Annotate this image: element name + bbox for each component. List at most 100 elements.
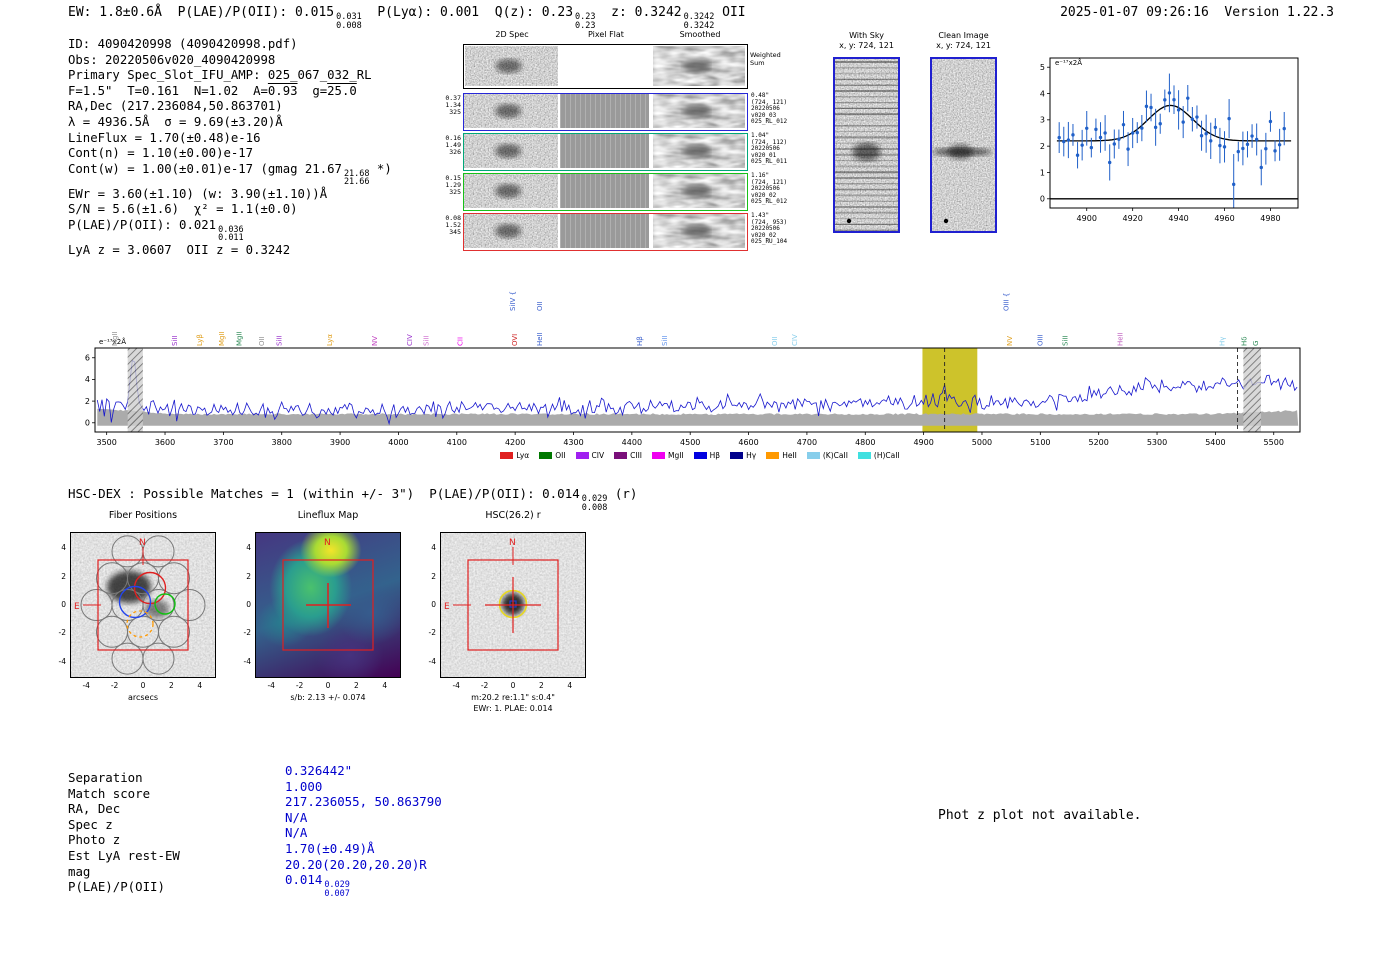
legend-item: Hβ	[693, 451, 720, 460]
axis-tick-label: 2	[539, 681, 544, 690]
tick-label: 0	[1040, 195, 1045, 204]
hsc-dex-line: HSC-DEX : Possible Matches = 1 (within +…	[68, 486, 637, 512]
text-segment: Cont(n) = 1.10(±0.00)e-17	[68, 146, 254, 161]
spectral-line-label: CII	[456, 337, 464, 346]
tick-label: 4900	[1077, 214, 1097, 223]
spectral-line-label: OIII {	[1003, 293, 1011, 311]
text-segment: RA,Dec (217.236084,50.863701)	[68, 99, 283, 114]
text-segment: HSC-DEX : Possible Matches = 1 (within +…	[68, 486, 580, 501]
info-line: Cont(n) = 1.10(±0.00)e-17	[68, 146, 392, 162]
axis-tick-label: 0	[431, 600, 436, 609]
match-table-value: 0.326442"	[285, 763, 353, 778]
sup-sub-stack: 21.68 21.66	[344, 170, 370, 187]
tick-label: N	[509, 538, 516, 548]
legend-color-swatch	[806, 452, 820, 459]
fiber-positions-panel: NE	[70, 532, 216, 678]
tick-label: 4940	[1168, 214, 1188, 223]
legend-color-swatch	[575, 452, 589, 459]
tick-label: e⁻¹⁷x2Å	[1055, 58, 1082, 67]
axis-tick-label: -4	[243, 656, 251, 666]
legend-color-swatch	[693, 452, 707, 459]
phot-z-note: Phot z plot not available.	[938, 808, 1142, 823]
legend-label: (K)CaII	[822, 451, 848, 460]
spec2d-row	[463, 173, 748, 211]
weight-value: 325	[449, 188, 461, 196]
match-table-value: N/A	[285, 809, 308, 825]
tick-label: 6	[85, 354, 90, 363]
sup-sub-stack: 0.3242 0.3242	[684, 13, 715, 30]
tick-label: 4980	[1260, 214, 1280, 223]
axis-tick-label: 4	[197, 681, 203, 690]
with-sky-panel	[833, 57, 900, 233]
match-table-label: Spec z	[68, 816, 113, 832]
match-table: Separation 0.326442" Match score 1.000 RA, D…	[68, 763, 442, 905]
match-table-value: 0.014 0.029 0.007	[285, 872, 442, 898]
spec2d-row-weights: 0.08 1.52 345	[445, 215, 461, 236]
legend-color-swatch	[766, 452, 780, 459]
spec2d-row-weights: 0.16 1.49 326	[445, 135, 461, 156]
spec2d-row-weights: 0.15 1.29 325	[445, 175, 461, 196]
text-segment: F=1.5" T=0.161 N=1.02 A=	[68, 83, 268, 98]
spec2d-header-pixelflat: Pixel Flat	[588, 30, 624, 39]
spectral-line-label: Lyα	[326, 334, 334, 346]
spec2d-row	[463, 93, 748, 131]
spectral-line-label: CIV	[791, 334, 799, 346]
spectral-line-label: NV	[371, 336, 379, 346]
clean-image-coords: x, y: 724, 121	[936, 41, 991, 50]
spectral-line-label: MgII	[218, 331, 226, 346]
spectral-line-label: SiII	[1061, 335, 1069, 346]
text-segment: 25.0	[327, 83, 357, 98]
spectral-line-label: Hβ	[636, 336, 644, 346]
axis-tick-label: 4	[431, 543, 436, 553]
match-table-value: 217.236055, 50.863790	[285, 794, 442, 810]
legend-color-swatch	[614, 452, 628, 459]
sup-sub-stack: 0.23 0.23	[575, 13, 595, 30]
axis-tick-label: -4	[58, 656, 66, 666]
legend-item: Lyα	[500, 451, 529, 460]
tick-label: 3	[1040, 116, 1045, 125]
spec2d-row-meta: 1.04" (724, 112) 20220506 v020_01 025_RL_011	[751, 132, 821, 166]
legend-item: Hγ	[730, 451, 756, 460]
match-table-row: P(LAE)/P(OII) 0.014 0.029 0.007	[68, 872, 442, 905]
spec2d-header-2dspec: 2D Spec	[495, 30, 529, 39]
text-segment: 0.93	[267, 83, 298, 98]
spectral-line-label: OIII	[1036, 334, 1044, 346]
hsc-cutout-panel: NE	[440, 532, 586, 678]
axis-tick-label: 2	[354, 681, 359, 690]
clean-image	[932, 59, 995, 231]
spectrum-legend: Lyα OII CIV CIII MgII Hβ Hγ HeII (K)CaII (H)CaII	[85, 444, 1315, 463]
legend-color-swatch	[730, 452, 744, 459]
hsc-cutout-title: HSC(26.2) r	[485, 510, 541, 521]
info-line: LineFlux = 1.70(±0.48)e-16	[68, 131, 392, 147]
spectral-line-label: OVI	[511, 334, 519, 346]
axis-tick-label: 2	[431, 571, 436, 581]
pixel-flat-strip	[560, 94, 649, 128]
axis-tick-label: 4	[382, 681, 388, 690]
spectral-line-label: MgII	[111, 331, 119, 346]
legend-color-swatch	[539, 452, 553, 459]
spectral-line-label: OII	[258, 336, 266, 346]
text-segment: Obs: 20220506v020_4090420998	[68, 52, 276, 67]
legend-item: MgII	[652, 451, 684, 460]
spectral-line-label: SiII	[171, 335, 179, 346]
fiber-xlabel: arcsecs	[127, 693, 159, 702]
fiber-positions-title: Fiber Positions	[108, 510, 178, 521]
legend-item: CIII	[614, 451, 642, 460]
sup-sub-stack: 0.036 0.011	[218, 226, 244, 243]
text-segment: (r)	[607, 486, 638, 501]
spectral-line-label: SiII	[422, 335, 430, 346]
axis-tick-label: -4	[82, 681, 90, 690]
match-table-value: 1.70(±0.49)Å	[285, 840, 375, 856]
text-segment: EWr = 3.60(±1.10) (w: 3.90(±1.10))Å	[68, 186, 328, 201]
text-segment: ID: 4090420998 (4090420998.pdf)	[68, 37, 298, 51]
spectral-line-label: OII	[771, 336, 779, 346]
legend-color-swatch	[857, 452, 871, 459]
weight-value: 325	[449, 108, 461, 116]
with-sky-title: With Sky	[849, 31, 884, 40]
spectrum-plot: 3500 3600 3700 3800 3900 4000 4100 4200 4300 4400…	[85, 291, 1301, 447]
spectral-line-label: Lyβ	[196, 334, 204, 346]
axis-tick-label: -2	[428, 628, 436, 638]
clean-image-panel	[930, 57, 997, 233]
legend-label: (H)CaII	[873, 451, 900, 460]
tick-label: 0	[85, 419, 90, 428]
